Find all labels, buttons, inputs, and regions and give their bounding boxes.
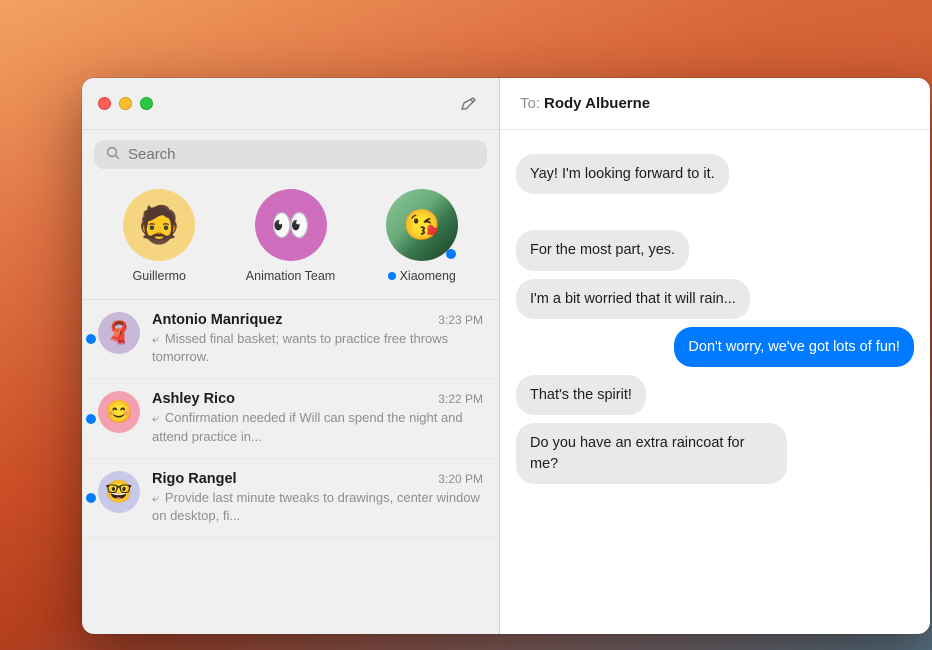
rigo-header: Rigo Rangel 3:20 PM bbox=[152, 471, 483, 487]
antonio-preview: ⤶ Missed final basket; wants to practice… bbox=[152, 330, 483, 366]
chat-panel: To: Rody Albuerne Yay! I'm looking forwa… bbox=[500, 78, 930, 634]
message-spacer bbox=[516, 202, 914, 222]
antonio-preview-icon: ⤶ bbox=[152, 331, 159, 346]
minimize-button[interactable] bbox=[119, 97, 132, 110]
rigo-avatar: 🤓 bbox=[98, 471, 140, 513]
rigo-time: 3:20 PM bbox=[438, 472, 483, 486]
xiaomeng-blue-dot bbox=[388, 272, 396, 280]
traffic-lights bbox=[98, 97, 153, 110]
rigo-unread-dot bbox=[86, 493, 96, 503]
pinned-contact-guillermo[interactable]: 🧔 Guillermo bbox=[123, 189, 195, 283]
pinned-contact-animation-team[interactable]: 👀 Animation Team bbox=[246, 189, 335, 283]
ashley-name: Ashley Rico bbox=[152, 391, 235, 407]
messages-window: 🧔 Guillermo 👀 Animation Team 😘 Xiaomeng bbox=[82, 78, 930, 634]
ashley-unread-dot bbox=[86, 414, 96, 424]
animation-team-name: Animation Team bbox=[246, 269, 335, 283]
xiaomeng-name: Xiaomeng bbox=[400, 269, 456, 283]
rigo-name: Rigo Rangel bbox=[152, 471, 237, 487]
conversation-item-ashley[interactable]: 😊 Ashley Rico 3:22 PM ⤶ Confirmation nee… bbox=[82, 379, 499, 458]
message-bubble-4: Don't worry, we've got lots of fun! bbox=[674, 327, 914, 367]
sidebar: 🧔 Guillermo 👀 Animation Team 😘 Xiaomeng bbox=[82, 78, 500, 634]
conversation-list: 🧣 Antonio Manriquez 3:23 PM ⤶ Missed fin… bbox=[82, 300, 499, 634]
ashley-header: Ashley Rico 3:22 PM bbox=[152, 391, 483, 407]
to-name: Rody Albuerne bbox=[544, 95, 650, 112]
chat-header: To: Rody Albuerne bbox=[500, 78, 930, 130]
message-bubble-3: I'm a bit worried that it will rain... bbox=[516, 279, 750, 319]
guillermo-name: Guillermo bbox=[133, 269, 187, 283]
antonio-time: 3:23 PM bbox=[438, 313, 483, 327]
message-bubble-6: Do you have an extra raincoat for me? bbox=[516, 423, 787, 484]
to-label: To: bbox=[520, 95, 540, 112]
xiaomeng-name-wrap: Xiaomeng bbox=[388, 269, 456, 283]
ashley-content: Ashley Rico 3:22 PM ⤶ Confirmation neede… bbox=[152, 391, 483, 445]
pinned-contact-xiaomeng[interactable]: 😘 Xiaomeng bbox=[386, 189, 458, 283]
pinned-contacts: 🧔 Guillermo 👀 Animation Team 😘 Xiaomeng bbox=[82, 179, 499, 300]
message-bubble-2: For the most part, yes. bbox=[516, 230, 689, 270]
titlebar bbox=[82, 78, 499, 130]
antonio-content: Antonio Manriquez 3:23 PM ⤶ Missed final… bbox=[152, 312, 483, 366]
search-input[interactable] bbox=[128, 146, 475, 163]
antonio-avatar: 🧣 bbox=[98, 312, 140, 354]
search-icon bbox=[106, 146, 120, 163]
animation-team-avatar-wrap: 👀 bbox=[255, 189, 327, 261]
guillermo-avatar-wrap: 🧔 bbox=[123, 189, 195, 261]
ashley-preview-icon: ⤶ bbox=[152, 410, 159, 425]
compose-button[interactable] bbox=[455, 90, 483, 118]
rigo-content: Rigo Rangel 3:20 PM ⤶ Provide last minut… bbox=[152, 471, 483, 525]
antonio-header: Antonio Manriquez 3:23 PM bbox=[152, 312, 483, 328]
ashley-preview: ⤶ Confirmation needed if Will can spend … bbox=[152, 409, 483, 445]
rigo-preview-icon: ⤶ bbox=[152, 490, 159, 505]
messages-area: Yay! I'm looking forward to it. For the … bbox=[500, 130, 930, 634]
conversation-item-antonio[interactable]: 🧣 Antonio Manriquez 3:23 PM ⤶ Missed fin… bbox=[82, 300, 499, 379]
guillermo-avatar: 🧔 bbox=[123, 189, 195, 261]
antonio-unread-dot bbox=[86, 334, 96, 344]
message-bubble-1: Yay! I'm looking forward to it. bbox=[516, 154, 729, 194]
xiaomeng-avatar-wrap: 😘 bbox=[386, 189, 458, 261]
close-button[interactable] bbox=[98, 97, 111, 110]
antonio-name: Antonio Manriquez bbox=[152, 312, 283, 328]
rigo-preview: ⤶ Provide last minute tweaks to drawings… bbox=[152, 489, 483, 525]
ashley-avatar: 😊 bbox=[98, 391, 140, 433]
maximize-button[interactable] bbox=[140, 97, 153, 110]
xiaomeng-unread-dot bbox=[446, 249, 456, 259]
ashley-time: 3:22 PM bbox=[438, 392, 483, 406]
conversation-item-rigo[interactable]: 🤓 Rigo Rangel 3:20 PM ⤶ Provide last min… bbox=[82, 459, 499, 538]
search-bar[interactable] bbox=[94, 140, 487, 169]
animation-team-avatar: 👀 bbox=[255, 189, 327, 261]
message-bubble-5: That's the spirit! bbox=[516, 375, 646, 415]
